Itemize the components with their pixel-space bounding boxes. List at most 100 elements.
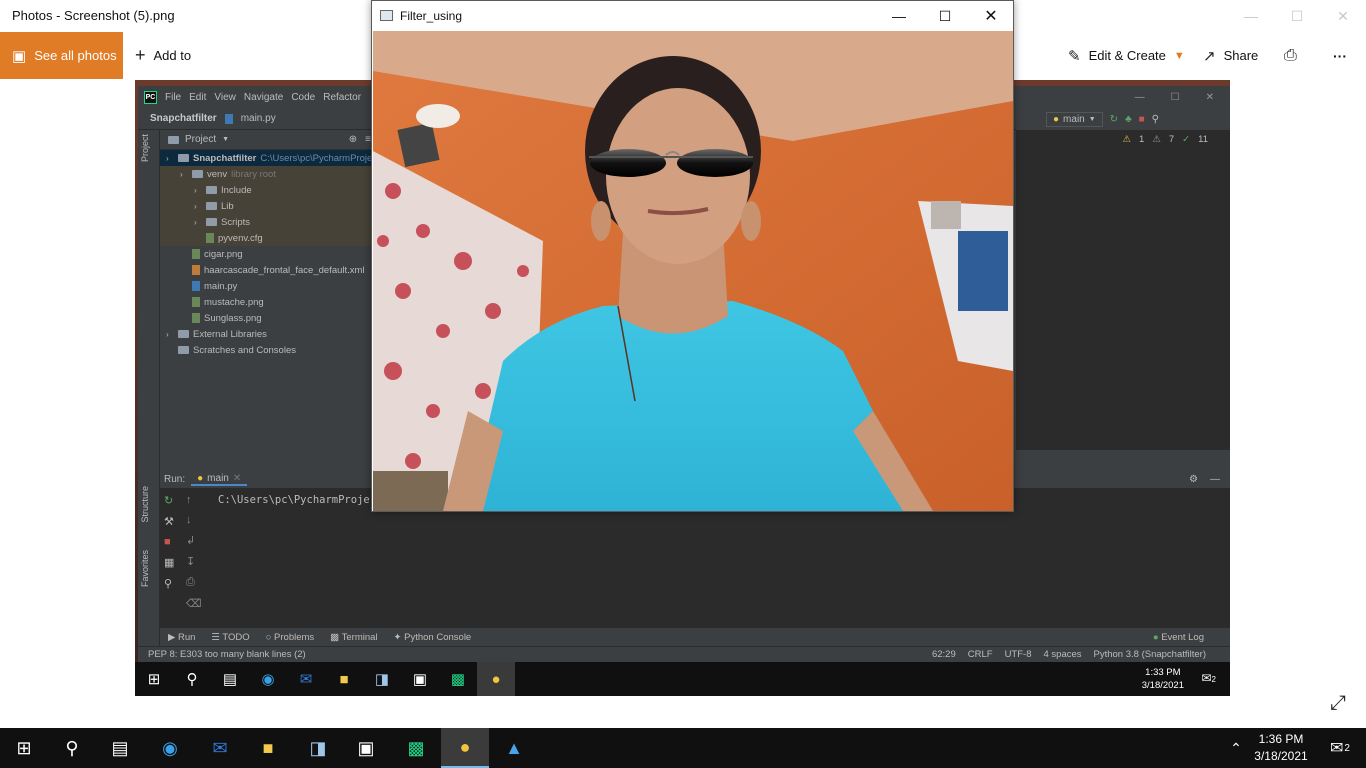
pycharm-icon: ▩ xyxy=(450,671,466,688)
breadcrumb-project[interactable]: Snapchatfilter xyxy=(150,113,217,124)
scroll-end-icon[interactable]: ↧ xyxy=(186,555,202,568)
filter-maximize-button[interactable]: ☐ xyxy=(922,1,968,31)
menu-view[interactable]: View xyxy=(214,92,236,103)
filter-minimize-button[interactable]: — xyxy=(876,1,922,31)
project-side-tab[interactable]: Project xyxy=(140,134,150,162)
tree-item[interactable]: › Include xyxy=(160,182,375,198)
line-separator[interactable]: CRLF xyxy=(968,649,993,660)
system-clock[interactable]: 1:36 PM 3/18/2021 xyxy=(1252,731,1310,765)
fullscreen-icon[interactable]: ⤢ xyxy=(1330,692,1346,715)
expand-arrow-icon[interactable]: › xyxy=(194,218,202,227)
favorites-side-tab[interactable]: Favorites xyxy=(140,550,150,587)
tree-item[interactable]: › Lib xyxy=(160,198,375,214)
expand-arrow-icon[interactable]: › xyxy=(180,170,188,179)
share-button[interactable]: ↗ Share xyxy=(1203,32,1258,79)
run-tab[interactable]: ● main ✕ xyxy=(191,472,248,486)
tab-python-console[interactable]: ✦ Python Console xyxy=(394,632,472,643)
mail-icon: ✉ xyxy=(299,671,313,688)
rerun-icon[interactable]: ↻ xyxy=(164,494,174,507)
see-all-photos-button[interactable]: ▣ See all photos xyxy=(0,32,123,79)
python-app-icon[interactable]: ● xyxy=(441,728,489,768)
tab-todo[interactable]: ☰ TODO xyxy=(211,632,249,643)
mail-icon[interactable]: ✉ xyxy=(196,728,244,768)
menu-file[interactable]: File xyxy=(165,92,181,103)
trash-icon[interactable]: ⌫ xyxy=(186,597,202,610)
tab-problems[interactable]: ○ Problems xyxy=(266,632,315,643)
edge-icon[interactable]: ◉ xyxy=(146,728,194,768)
pin-icon[interactable]: ⚲ xyxy=(164,577,174,590)
menu-code[interactable]: Code xyxy=(291,92,315,103)
caret-position[interactable]: 62:29 xyxy=(932,649,956,660)
tree-item[interactable]: Scratches and Consoles xyxy=(160,342,375,358)
tree-item[interactable]: pyvenv.cfg xyxy=(160,230,375,246)
folder-icon xyxy=(178,330,189,338)
print-icon[interactable]: ⎙ xyxy=(186,576,202,589)
search-icon[interactable]: ⚲ xyxy=(1152,114,1159,125)
tree-item[interactable]: main.py xyxy=(160,278,375,294)
close-icon[interactable]: ✕ xyxy=(1206,92,1214,103)
structure-side-tab[interactable]: Structure xyxy=(140,486,150,523)
search-button[interactable]: ⚲ xyxy=(48,728,96,768)
stop-icon[interactable]: ■ xyxy=(164,536,174,548)
gear-icon[interactable]: ⚙ xyxy=(1189,474,1198,485)
notes-icon[interactable]: ◨ xyxy=(294,728,342,768)
locate-icon[interactable]: ⊕ xyxy=(349,134,357,145)
tree-item[interactable]: › Scripts xyxy=(160,214,375,230)
python-icon: ● xyxy=(197,472,204,484)
project-label[interactable]: Project xyxy=(185,134,216,145)
tree-item[interactable]: › venv library root xyxy=(160,166,375,182)
inspection-widget[interactable]: ⚠ 1 ⚠ 7 ✓ 11 xyxy=(1016,130,1230,145)
tree-item[interactable]: › External Libraries xyxy=(160,326,375,342)
maximize-button[interactable]: ☐ xyxy=(1274,0,1320,32)
filter-window[interactable]: Filter_using — ☐ ✕ xyxy=(371,0,1014,512)
menu-edit[interactable]: Edit xyxy=(189,92,206,103)
edit-create-button[interactable]: ✎ Edit & Create ▼ xyxy=(1068,32,1185,79)
tab-terminal[interactable]: ▩ Terminal xyxy=(330,632,377,643)
encoding[interactable]: UTF-8 xyxy=(1005,649,1032,660)
close-icon[interactable]: ✕ xyxy=(233,473,241,484)
task-view-button[interactable]: ▤ xyxy=(96,728,144,768)
tree-item[interactable]: › Snapchatfilter C:\Users\pc\PycharmProje xyxy=(160,150,375,166)
expand-arrow-icon[interactable]: › xyxy=(166,154,174,163)
code-editor[interactable]: ⚠ 1 ⚠ 7 ✓ 11 xyxy=(1016,130,1230,450)
stop-icon[interactable]: ■ xyxy=(1139,114,1145,125)
wrench-icon[interactable]: ⚒ xyxy=(164,515,174,528)
expand-arrow-icon[interactable]: › xyxy=(194,202,202,211)
notification-center-button[interactable]: ✉ 2 xyxy=(1316,728,1364,768)
filter-window-titlebar[interactable]: Filter_using — ☐ ✕ xyxy=(372,1,1013,31)
menu-refactor[interactable]: Refactor xyxy=(323,92,361,103)
photos-app-icon[interactable]: ▲ xyxy=(490,728,538,768)
tree-item[interactable]: haarcascade_frontal_face_default.xml xyxy=(160,262,375,278)
tree-item[interactable]: mustache.png xyxy=(160,294,375,310)
hide-icon[interactable]: — xyxy=(1210,474,1220,485)
tree-item[interactable]: cigar.png xyxy=(160,246,375,262)
menu-navigate[interactable]: Navigate xyxy=(244,92,283,103)
filter-close-button[interactable]: ✕ xyxy=(968,1,1014,31)
maximize-icon[interactable]: ☐ xyxy=(1171,92,1180,103)
windows-start-button[interactable]: ⊞ xyxy=(0,728,48,768)
close-button[interactable]: ✕ xyxy=(1320,0,1366,32)
debug-icon[interactable]: ♣ xyxy=(1125,114,1132,125)
layout-icon[interactable]: ▦ xyxy=(164,556,174,569)
up-arrow-icon[interactable]: ↑ xyxy=(186,494,202,506)
minimize-button[interactable]: — xyxy=(1228,0,1274,32)
interpreter[interactable]: Python 3.8 (Snapchatfilter) xyxy=(1094,649,1206,660)
store-icon[interactable]: ▣ xyxy=(342,728,390,768)
print-button[interactable]: ⎙ xyxy=(1284,32,1297,79)
breadcrumb-file[interactable]: main.py xyxy=(241,113,276,124)
tab-run[interactable]: ▶ Run xyxy=(168,632,195,643)
add-to-button[interactable]: + Add to xyxy=(135,32,191,79)
event-log-button[interactable]: ● Event Log xyxy=(1153,632,1230,643)
more-options-button[interactable]: ··· xyxy=(1333,32,1347,79)
expand-arrow-icon[interactable]: › xyxy=(194,186,202,195)
file-explorer-icon[interactable]: ■ xyxy=(244,728,292,768)
down-arrow-icon[interactable]: ↓ xyxy=(186,514,202,526)
pycharm-icon[interactable]: ▩ xyxy=(392,728,440,768)
expand-arrow-icon[interactable]: › xyxy=(166,330,174,339)
soft-wrap-icon[interactable]: ↲ xyxy=(186,534,202,547)
run-config-selector[interactable]: ● main ▼ xyxy=(1046,111,1103,127)
tree-item[interactable]: Sunglass.png xyxy=(160,310,375,326)
indent[interactable]: 4 spaces xyxy=(1043,649,1081,660)
rerun-icon[interactable]: ↻ xyxy=(1110,114,1118,125)
minimize-icon[interactable]: — xyxy=(1135,92,1145,103)
